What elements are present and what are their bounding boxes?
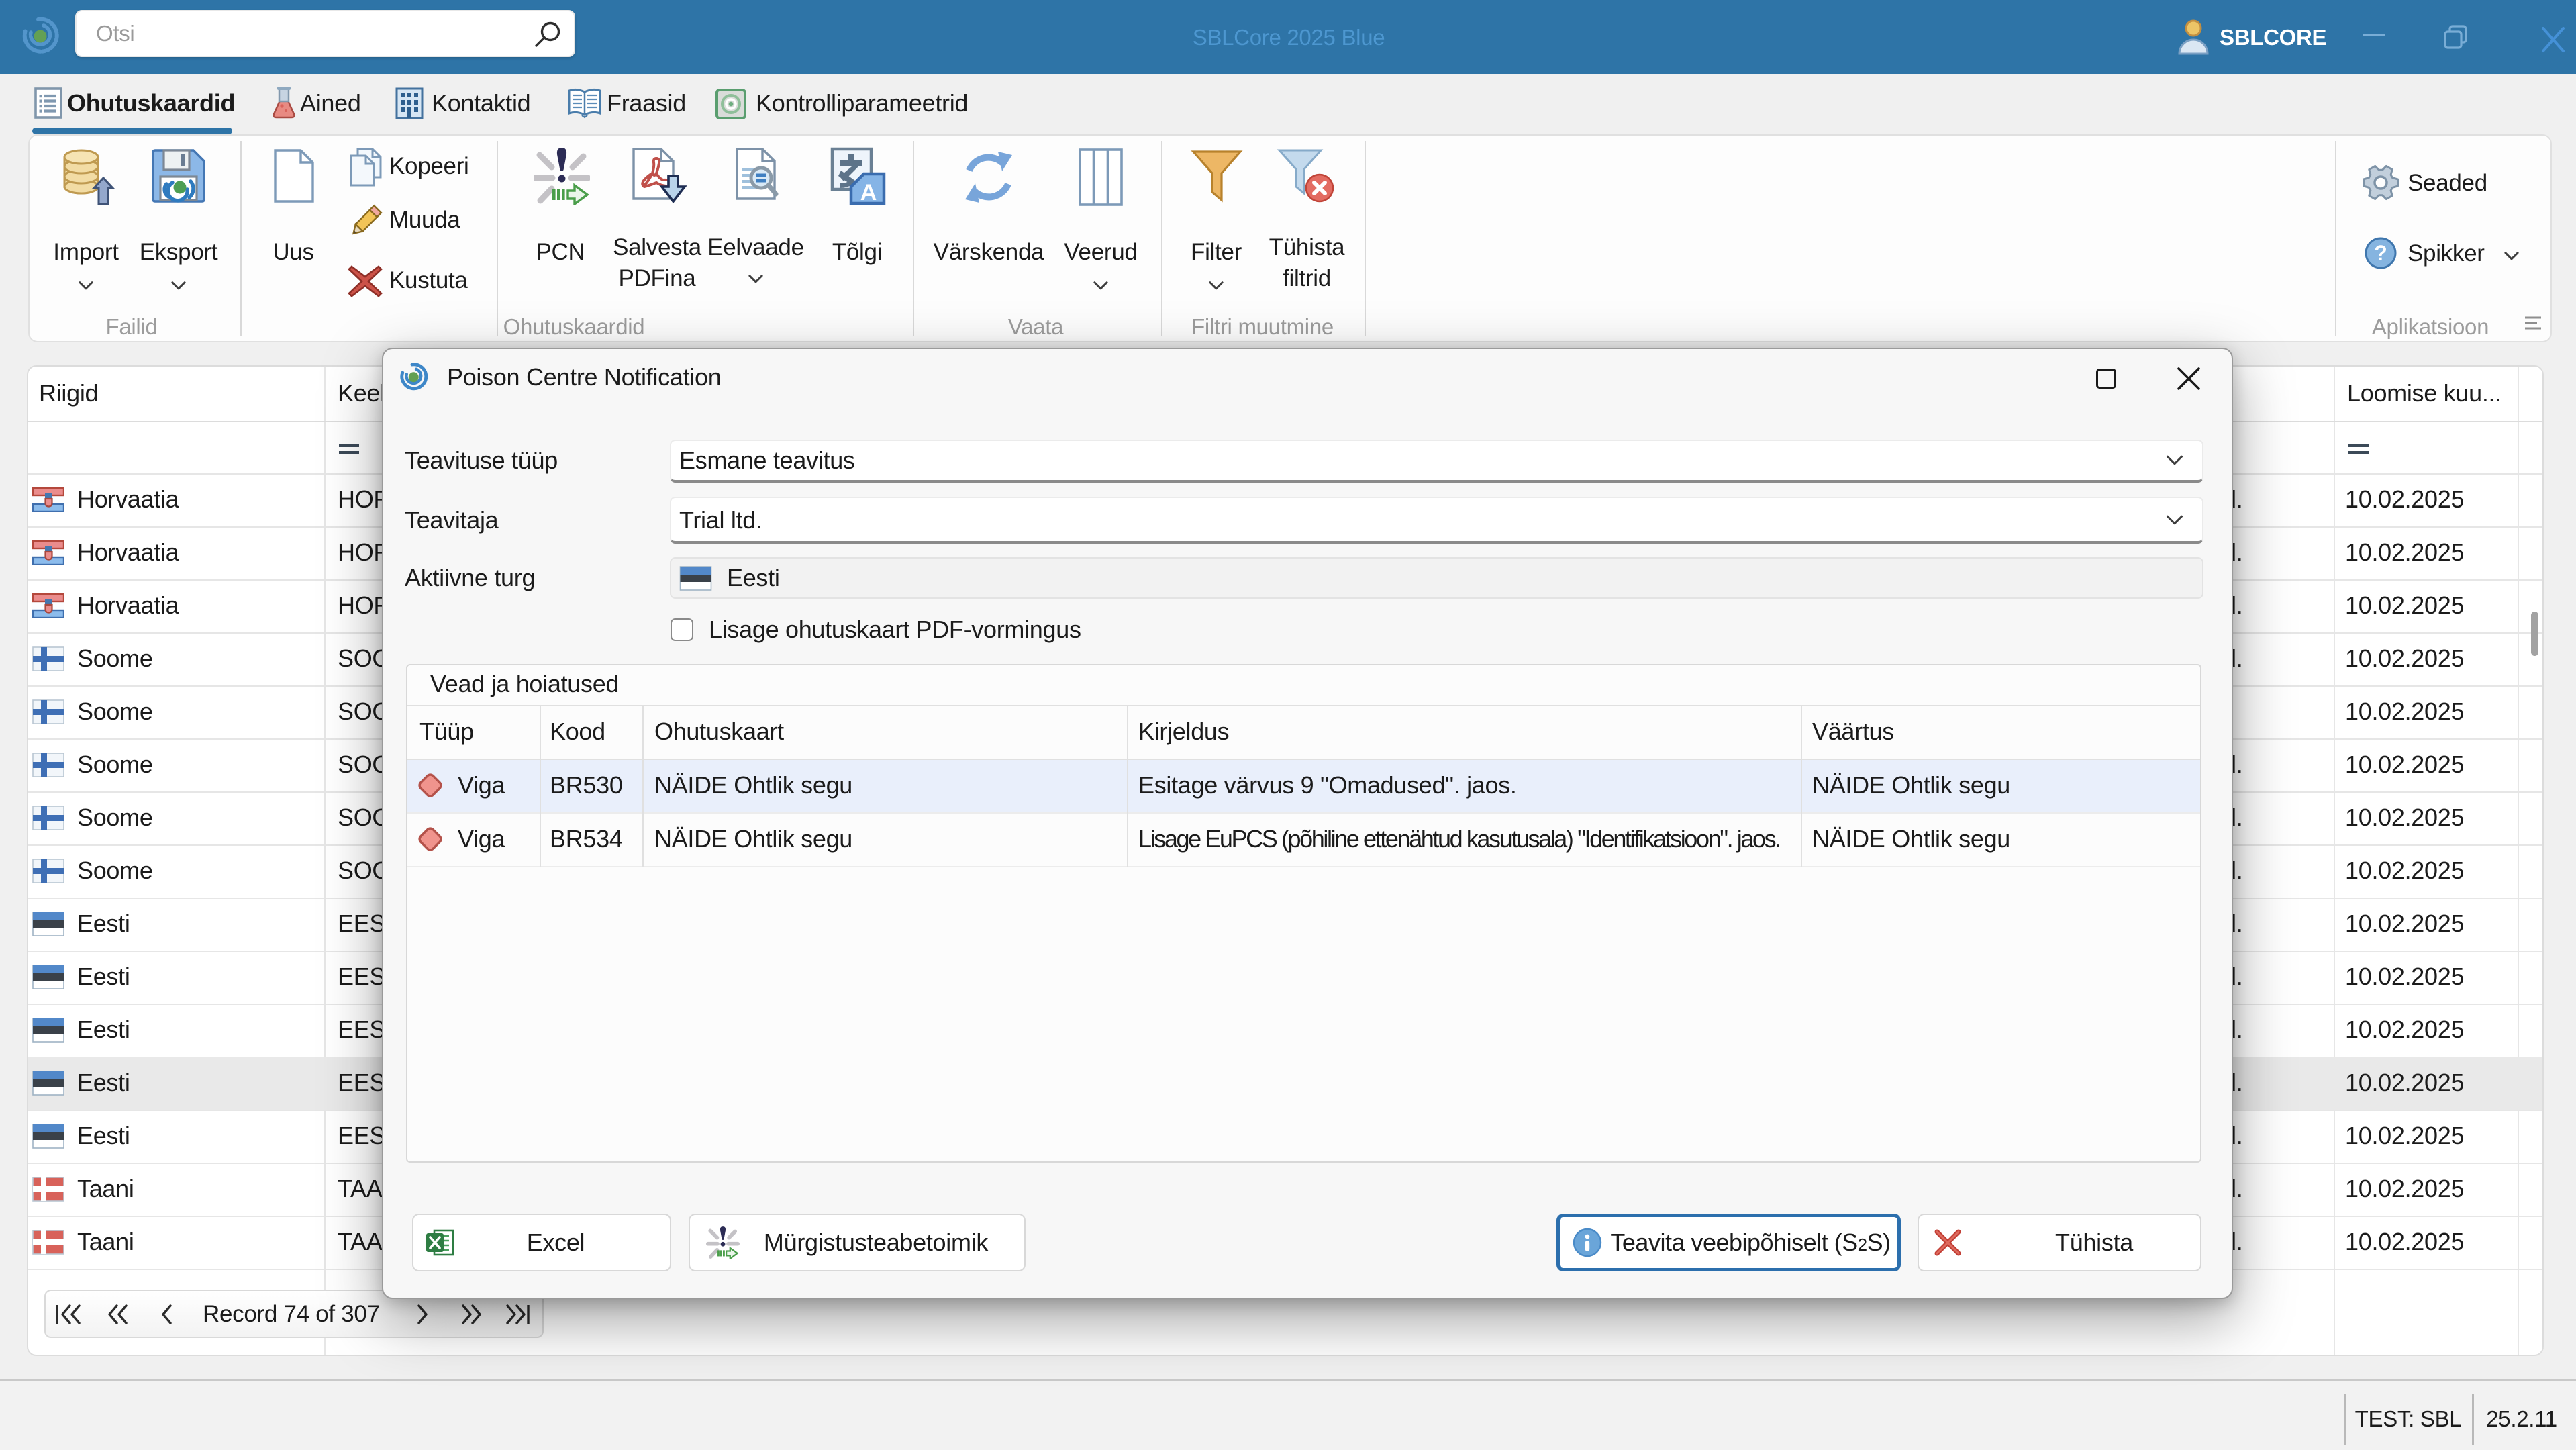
svg-text:?: ? bbox=[2374, 241, 2387, 265]
svg-text:A: A bbox=[860, 180, 877, 205]
